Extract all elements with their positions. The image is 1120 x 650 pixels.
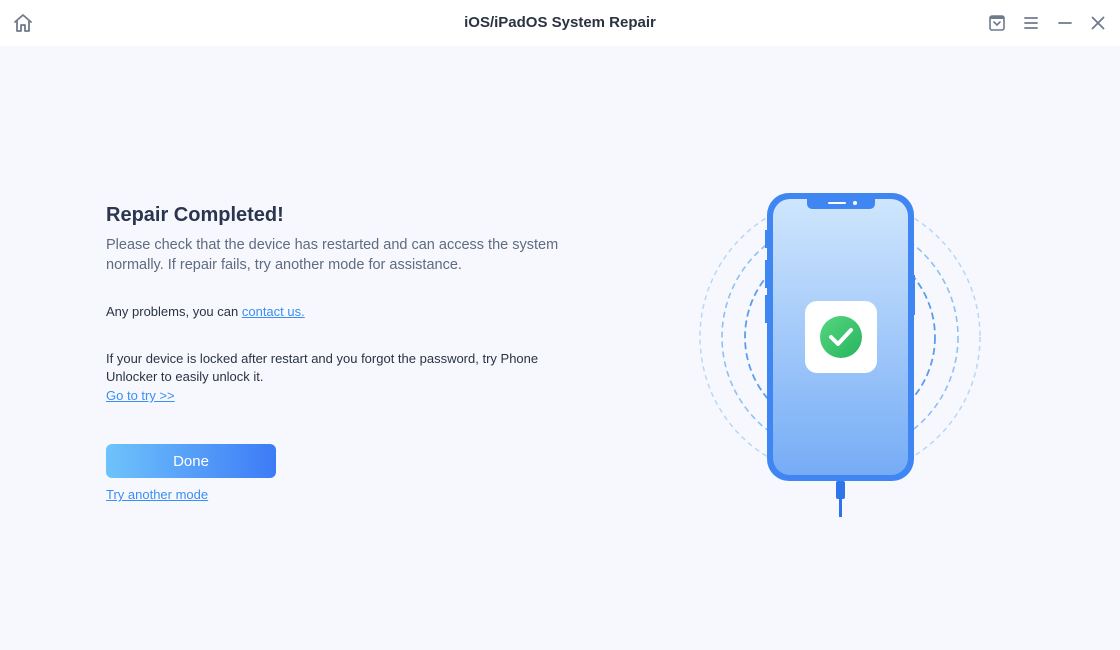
minimize-icon[interactable] — [1053, 11, 1077, 35]
feedback-icon[interactable] — [985, 11, 1009, 35]
title-bar: iOS/iPadOS System Repair — [0, 0, 1120, 46]
go-to-try-link[interactable]: Go to try >> — [106, 388, 175, 403]
problems-line: Any problems, you can contact us. — [106, 304, 305, 319]
try-another-mode-link[interactable]: Try another mode — [106, 487, 208, 502]
window-title: iOS/iPadOS System Repair — [464, 14, 656, 31]
page-title: Repair Completed! — [106, 204, 284, 226]
locked-device-hint: If your device is locked after restart a… — [106, 351, 539, 384]
menu-icon[interactable] — [1019, 11, 1043, 35]
done-button[interactable]: Done — [106, 444, 276, 478]
contact-us-link[interactable]: contact us. — [242, 304, 305, 319]
close-icon[interactable] — [1086, 11, 1110, 35]
repair-success-illustration — [690, 185, 990, 530]
result-description: Please check that the device has restart… — [106, 237, 559, 273]
problems-text: Any problems, you can — [106, 304, 242, 319]
